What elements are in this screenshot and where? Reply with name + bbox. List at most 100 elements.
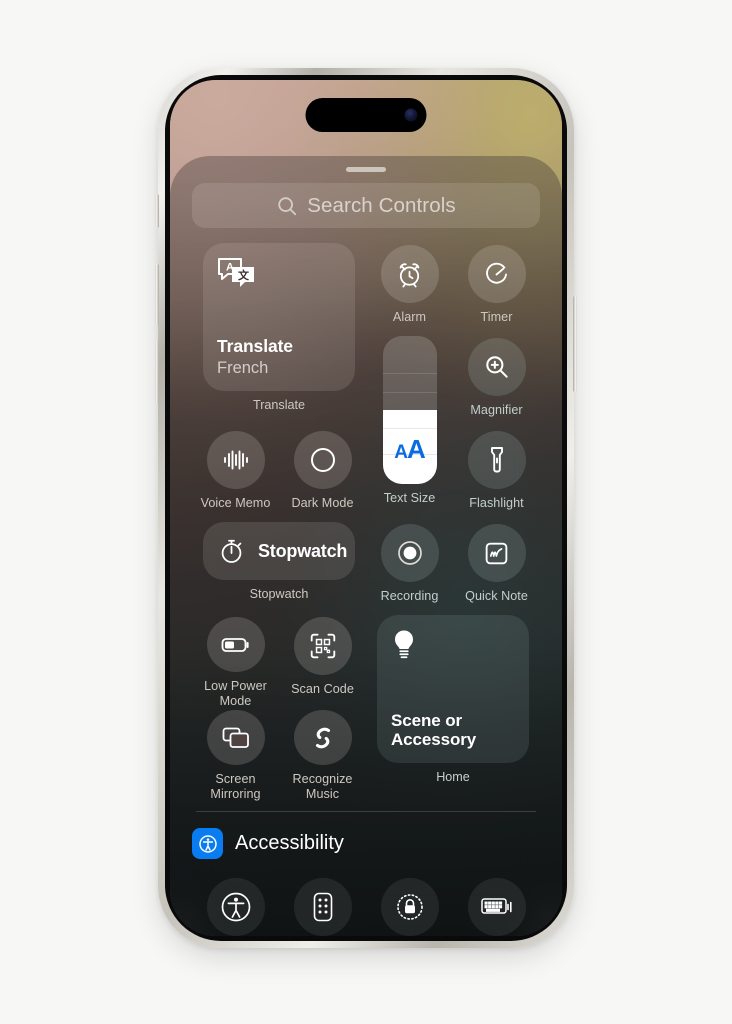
translate-caption: Translate [252, 398, 306, 412]
magnifier-label: Magnifier [470, 403, 523, 417]
drag-handle[interactable] [346, 167, 386, 172]
svg-text:文: 文 [238, 268, 250, 282]
control-recording[interactable]: Recording [366, 522, 453, 615]
dark-mode-button[interactable] [293, 431, 352, 489]
control-alarm[interactable]: Alarm [366, 243, 453, 336]
magnifier-icon [483, 353, 511, 381]
battery-icon [220, 634, 252, 656]
control-recognize-music[interactable]: Recognize Music [279, 708, 366, 801]
control-translate[interactable]: A 文 Translate French Translate [192, 243, 366, 429]
recognize-music-button[interactable] [293, 710, 352, 766]
accessibility-section-header: Accessibility [192, 828, 540, 859]
waveform-icon [221, 447, 251, 473]
text-size-label: Text Size [383, 491, 436, 505]
volume-up-button[interactable] [155, 264, 159, 326]
control-live-speech[interactable] [453, 878, 540, 936]
accessibility-icon [192, 828, 223, 859]
flashlight-button[interactable] [467, 431, 526, 489]
scan-code-button[interactable] [293, 617, 352, 675]
tv-remote-icon [312, 891, 334, 923]
control-dark-mode[interactable]: Dark Mode [279, 429, 366, 522]
control-assistive-touch[interactable] [192, 878, 279, 936]
qr-scan-icon [309, 632, 337, 660]
translate-icon: A 文 [216, 256, 342, 292]
timer-label: Timer [480, 310, 513, 324]
assistive-touch-icon [219, 890, 253, 924]
home-scene-caption: Home [436, 770, 470, 784]
accessibility-section-title: Accessibility [235, 832, 344, 854]
home-scene-tile[interactable]: Scene or Accessory [377, 615, 529, 763]
text-size-icon: AA [394, 434, 426, 464]
control-flashlight[interactable]: Flashlight [453, 429, 540, 522]
timer-button[interactable] [467, 245, 526, 303]
dark-mode-icon [308, 445, 338, 475]
power-button[interactable] [573, 296, 577, 392]
stopwatch-caption: Stopwatch [249, 587, 309, 601]
recognize-music-label: Recognize Music [292, 772, 353, 801]
apple-tv-remote-button[interactable] [293, 878, 352, 936]
screen-mirroring-button[interactable] [206, 710, 265, 766]
home-scene-title: Scene or Accessory [391, 710, 477, 749]
section-divider [196, 811, 536, 812]
quick-note-button[interactable] [467, 524, 526, 582]
keyboard-speech-icon [480, 894, 514, 920]
search-input[interactable]: Search Controls [192, 183, 540, 228]
control-home-scene[interactable]: Scene or Accessory Home [366, 615, 540, 801]
voice-memo-button[interactable] [206, 431, 265, 489]
front-camera-icon [404, 108, 418, 122]
control-center-panel: Search Controls A 文 Translate French Tra… [170, 156, 562, 936]
flashlight-icon [484, 446, 510, 474]
voice-memo-label: Voice Memo [200, 496, 271, 510]
magnifier-button[interactable] [467, 338, 526, 396]
assistive-touch-button[interactable] [206, 878, 265, 936]
control-timer[interactable]: Timer [453, 243, 540, 336]
control-screen-mirroring[interactable]: Screen Mirroring [192, 708, 279, 801]
alarm-button[interactable] [380, 245, 439, 303]
control-quick-note[interactable]: Quick Note [453, 522, 540, 615]
volume-down-button[interactable] [155, 342, 159, 404]
control-apple-tv-remote[interactable] [279, 878, 366, 936]
search-icon [276, 195, 298, 217]
quick-note-icon [483, 540, 510, 567]
guided-access-button[interactable] [380, 878, 439, 936]
text-size-slider[interactable]: AA [382, 336, 437, 484]
record-icon [395, 538, 425, 568]
stopwatch-icon [218, 538, 245, 565]
control-stopwatch[interactable]: Stopwatch Stopwatch [192, 522, 366, 615]
guided-access-lock-icon [394, 891, 426, 923]
shazam-icon [308, 723, 338, 753]
recording-label: Recording [380, 589, 439, 603]
controls-grid: A 文 Translate French Translate Alarm Tim… [192, 243, 540, 801]
control-scan-code[interactable]: Scan Code [279, 615, 366, 708]
low-power-mode-button[interactable] [206, 617, 265, 673]
stopwatch-tile[interactable]: Stopwatch [203, 522, 355, 580]
accessibility-controls-row [192, 878, 540, 936]
stopwatch-title: Stopwatch [258, 540, 348, 561]
scan-code-label: Scan Code [291, 682, 354, 696]
low-power-mode-label: Low Power Mode [204, 679, 267, 708]
dynamic-island[interactable] [305, 98, 427, 132]
translate-title: Translate [217, 336, 293, 356]
screen-mirroring-label: Screen Mirroring [210, 772, 261, 801]
control-magnifier[interactable]: Magnifier [453, 336, 540, 429]
alarm-label: Alarm [392, 310, 427, 324]
control-low-power-mode[interactable]: Low Power Mode [192, 615, 279, 708]
control-text-size[interactable]: AA Text Size [366, 336, 453, 522]
alarm-clock-icon [395, 260, 424, 289]
control-guided-access[interactable] [366, 878, 453, 936]
control-voice-memo[interactable]: Voice Memo [192, 429, 279, 522]
translate-tile[interactable]: A 文 Translate French [203, 243, 355, 391]
screen-mirroring-icon [221, 725, 251, 751]
dark-mode-label: Dark Mode [291, 496, 354, 510]
iphone-device: Search Controls A 文 Translate French Tra… [155, 68, 577, 948]
flashlight-label: Flashlight [469, 496, 524, 510]
recording-button[interactable] [380, 524, 439, 582]
phone-screen: Search Controls A 文 Translate French Tra… [170, 80, 562, 936]
lightbulb-icon [390, 628, 516, 664]
timer-icon [482, 260, 511, 289]
search-placeholder: Search Controls [307, 193, 456, 217]
translate-subtitle: French [217, 359, 269, 377]
live-speech-button[interactable] [467, 878, 526, 936]
quick-note-label: Quick Note [465, 589, 528, 603]
action-button[interactable] [155, 194, 159, 228]
